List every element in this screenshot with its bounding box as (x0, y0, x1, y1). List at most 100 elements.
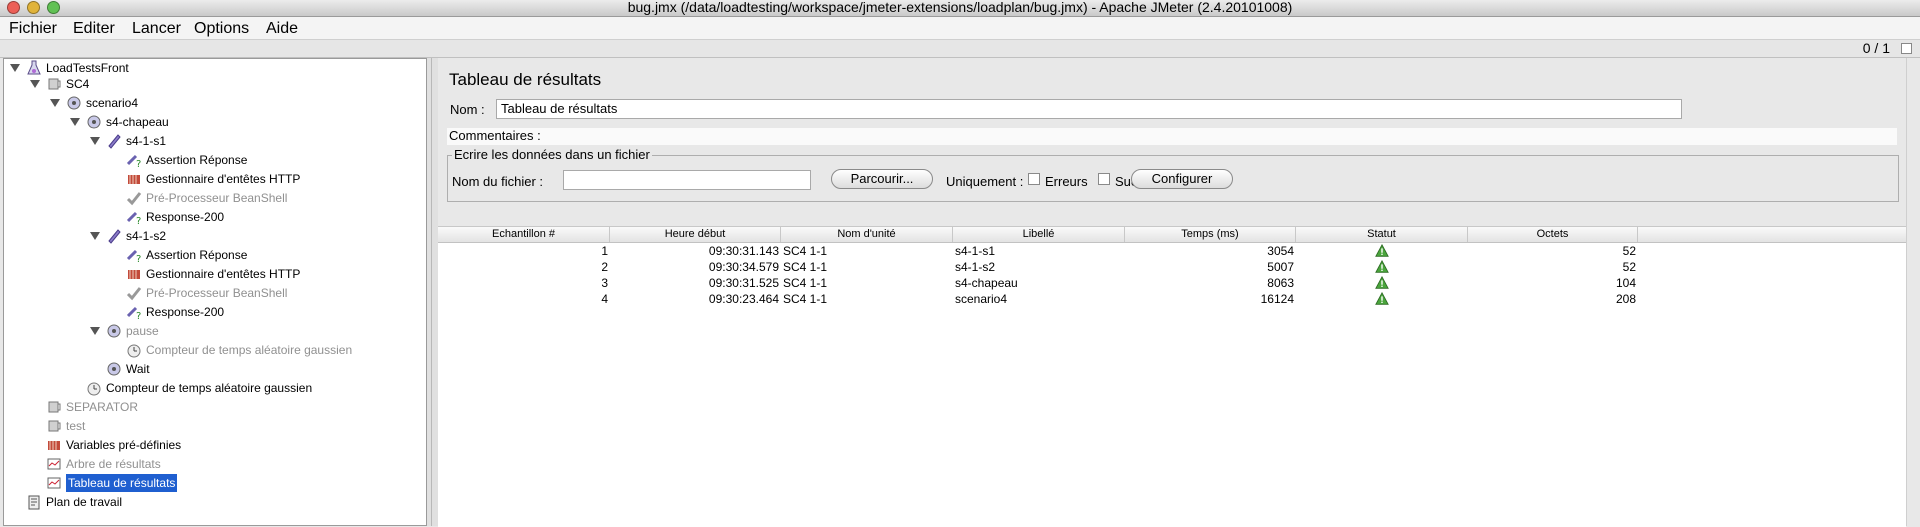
tree-node-label: Compteur de temps aléatoire gaussien (106, 381, 313, 395)
tree-node[interactable]: Variables pré-définies (4, 436, 424, 454)
tree-node-label: test (66, 419, 86, 433)
table-cell-start: 09:30:31.525 (708, 276, 779, 290)
svg-text:?: ? (136, 159, 141, 168)
tree-node-label: Assertion Réponse (146, 248, 248, 262)
success-status-icon (1375, 259, 1389, 273)
tree-node[interactable]: Pré-Processeur BeanShell (4, 284, 424, 302)
file-output-section: Ecrire les données dans un fichier Nom d… (447, 147, 1899, 202)
tree-node[interactable]: Pré-Processeur BeanShell (4, 189, 424, 207)
preprocessor-icon (126, 287, 142, 301)
tree-node[interactable]: scenario4 (4, 94, 424, 112)
expand-toggle-icon[interactable] (50, 99, 60, 107)
table-cell-time: 8063 (1267, 276, 1294, 290)
tree-node-label: Pré-Processeur BeanShell (146, 191, 288, 205)
expand-toggle-icon[interactable] (30, 80, 40, 88)
menu-lancer[interactable]: Lancer (132, 20, 181, 38)
errors-checkbox[interactable] (1028, 173, 1040, 185)
workbench-icon (28, 495, 40, 510)
table-cell-label: s4-chapeau (955, 276, 1018, 290)
comments-row[interactable]: Commentaires : (447, 128, 1897, 145)
expand-toggle-icon[interactable] (90, 137, 100, 145)
only-label: Uniquement : (946, 174, 1024, 189)
tree-node-label: s4-1-s1 (126, 134, 167, 148)
tree-node[interactable]: ? Response-200 (4, 303, 424, 321)
menu-aide[interactable]: Aide (266, 20, 298, 38)
tree-node[interactable]: ? Assertion Réponse (4, 246, 424, 264)
tree-node-label: scenario4 (86, 96, 139, 110)
column-header[interactable]: Nom d'unité (781, 227, 953, 242)
assertion-icon: ? (126, 154, 141, 168)
tree-node[interactable]: test (4, 417, 424, 435)
tree-node[interactable]: SEPARATOR (4, 398, 424, 416)
menu-fichier[interactable]: Fichier (9, 20, 57, 38)
assertion-icon: ? (126, 211, 141, 225)
status-cell (1296, 259, 1468, 275)
configure-button[interactable]: Configurer (1131, 169, 1233, 189)
window-title: bug.jmx (/data/loadtesting/workspace/jme… (627, 0, 1293, 15)
expand-toggle-icon[interactable] (10, 64, 20, 72)
toolbar: 0 / 1 (0, 40, 1920, 58)
close-window-button[interactable] (7, 1, 20, 14)
table-row[interactable]: 2 09:30:34.579 SC4 1-1 s4-1-s2 5007 52 (438, 259, 1906, 275)
tree-node[interactable]: s4-1-s1 (4, 132, 424, 150)
column-header[interactable]: Heure début (610, 227, 781, 242)
window-titlebar: bug.jmx (/data/loadtesting/workspace/jme… (0, 0, 1920, 17)
tree-node[interactable]: Tableau de résultats (4, 474, 424, 492)
table-header: Echantillon # Heure début Nom d'unité Libel… (438, 227, 1906, 243)
table-row[interactable]: 1 09:30:31.143 SC4 1-1 s4-1-s1 3054 52 (438, 243, 1906, 259)
results-table[interactable]: Echantillon # Heure début Nom d'unité Libel… (438, 226, 1906, 527)
tree-node[interactable]: ? Response-200 (4, 208, 424, 226)
table-cell-start: 09:30:34.579 (708, 260, 779, 274)
tree-node[interactable]: ? Assertion Réponse (4, 151, 424, 169)
menu-editer[interactable]: Editer (73, 20, 115, 38)
column-header[interactable]: Octets (1468, 227, 1638, 242)
tree-node[interactable]: s4-chapeau (4, 113, 424, 131)
expand-toggle-icon[interactable] (90, 327, 100, 335)
status-cell (1296, 243, 1468, 259)
tree-node[interactable]: pause (4, 322, 424, 340)
tree-node-label: Pré-Processeur BeanShell (146, 286, 288, 300)
test-plan-tree[interactable]: LoadTestsFront SC4 scenario4 s4-chapeau s4-… (3, 58, 427, 526)
tree-node-label: SC4 (66, 77, 90, 91)
table-cell-label: s4-1-s2 (955, 260, 996, 274)
table-row[interactable]: 3 09:30:31.525 SC4 1-1 s4-chapeau 8063 104 (438, 275, 1906, 291)
minimize-window-button[interactable] (27, 1, 40, 14)
success-status-icon (1375, 243, 1389, 257)
vertical-scrollbar[interactable] (1906, 58, 1920, 526)
column-header[interactable]: Echantillon # (438, 227, 610, 242)
tree-node[interactable]: SC4 (4, 75, 424, 93)
name-input[interactable]: Tableau de résultats (496, 99, 1682, 119)
column-header[interactable]: Statut (1296, 227, 1468, 242)
tree-node-label: SEPARATOR (66, 400, 139, 414)
browse-button[interactable]: Parcourir... (831, 169, 933, 189)
assertion-icon: ? (126, 249, 141, 263)
config-element-icon (48, 441, 60, 450)
file-name-input[interactable] (563, 170, 811, 190)
svg-text:?: ? (136, 311, 141, 320)
success-checkbox[interactable] (1098, 173, 1110, 185)
zoom-window-button[interactable] (47, 1, 60, 14)
tree-node[interactable]: Arbre de résultats (4, 455, 424, 473)
controller-icon (107, 362, 121, 376)
timer-icon (127, 344, 141, 358)
tree-node[interactable]: Wait (4, 360, 424, 378)
table-row[interactable]: 4 09:30:23.464 SC4 1-1 scenario4 16124 208 (438, 291, 1906, 307)
column-header[interactable]: Temps (ms) (1125, 227, 1296, 242)
tree-node-label: s4-chapeau (106, 115, 169, 129)
table-cell-sample: 3 (601, 276, 608, 290)
tree-node[interactable]: Gestionnaire d'entêtes HTTP (4, 170, 424, 188)
tree-node[interactable]: Compteur de temps aléatoire gaussien (4, 379, 424, 397)
column-header[interactable]: Libellé (953, 227, 1125, 242)
tree-node[interactable]: s4-1-s2 (4, 227, 424, 245)
expand-toggle-icon[interactable] (70, 118, 80, 126)
tree-node[interactable]: Plan de travail (4, 493, 424, 511)
expand-toggle-icon[interactable] (90, 232, 100, 240)
menu-options[interactable]: Options (194, 20, 249, 38)
tree-node[interactable]: Compteur de temps aléatoire gaussien (4, 341, 424, 359)
success-status-icon (1375, 291, 1389, 305)
tree-node-label: Gestionnaire d'entêtes HTTP (146, 172, 301, 186)
tree-node[interactable]: Gestionnaire d'entêtes HTTP (4, 265, 424, 283)
timer-icon (87, 382, 101, 396)
split-pane-divider[interactable] (427, 58, 438, 526)
thread-group-icon (48, 401, 61, 413)
